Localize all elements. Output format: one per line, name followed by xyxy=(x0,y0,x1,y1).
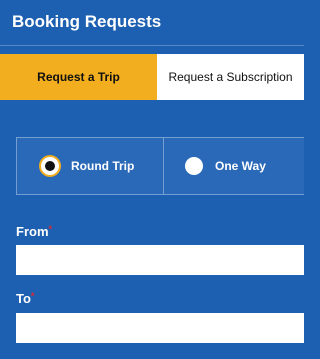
trip-type-selector: Round Trip One Way xyxy=(16,137,304,195)
radio-unchecked-icon[interactable] xyxy=(185,157,203,175)
from-label-text: From xyxy=(16,224,49,239)
required-asterisk: * xyxy=(30,291,35,301)
from-label: From* xyxy=(16,224,52,239)
to-input[interactable] xyxy=(16,313,304,343)
from-input[interactable] xyxy=(16,245,304,275)
one-way-option[interactable]: One Way xyxy=(163,138,305,194)
booking-tabs: Request a Trip Request a Subscription xyxy=(0,54,304,100)
required-asterisk: * xyxy=(48,224,53,234)
tab-request-subscription[interactable]: Request a Subscription xyxy=(157,54,304,100)
radio-checked-icon[interactable] xyxy=(41,157,59,175)
app-header: Booking Requests xyxy=(0,0,304,45)
round-trip-label: Round Trip xyxy=(71,159,135,173)
to-label: To* xyxy=(16,291,34,306)
round-trip-option[interactable]: Round Trip xyxy=(17,138,163,194)
one-way-label: One Way xyxy=(215,159,266,173)
to-label-text: To xyxy=(16,291,31,306)
header-divider xyxy=(0,45,304,46)
page-title: Booking Requests xyxy=(12,12,162,31)
tab-request-trip[interactable]: Request a Trip xyxy=(0,54,157,100)
